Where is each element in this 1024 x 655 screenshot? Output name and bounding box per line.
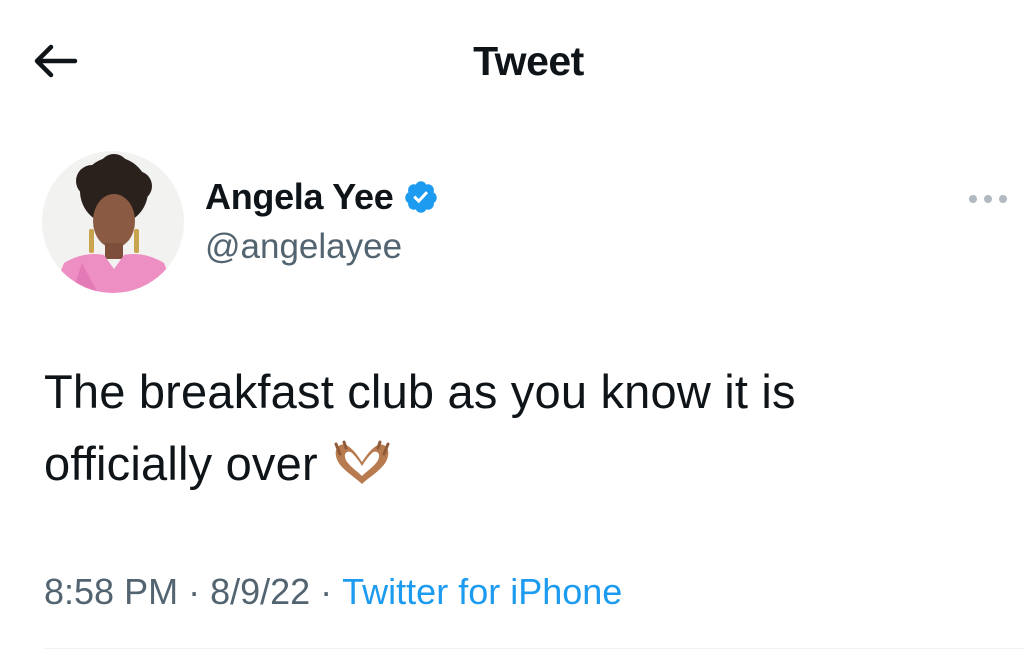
tweet-text-line1: The breakfast club as you know it is <box>44 365 796 418</box>
meta-separator: · <box>320 571 333 612</box>
meta-separator: · <box>188 571 201 612</box>
page-title: Tweet <box>473 38 584 84</box>
verified-badge-icon <box>405 181 438 213</box>
tweet-date: 8/9/22 <box>210 571 311 612</box>
avatar[interactable] <box>42 151 184 293</box>
heart-hands-emoji <box>334 440 390 484</box>
divider <box>44 648 1024 649</box>
author-display-name[interactable]: Angela Yee <box>205 176 439 218</box>
tweet-metadata: 8:58 PM · 8/9/22 · Twitter for iPhone <box>44 571 622 613</box>
tweet-text-line2: officially over <box>44 437 318 490</box>
tweet-time: 8:58 PM <box>44 571 179 612</box>
profile-photo <box>42 151 184 293</box>
more-horizontal-icon <box>969 195 1007 203</box>
author-name-text: Angela Yee <box>205 176 394 217</box>
top-bar: Tweet <box>0 0 1024 125</box>
tweet-source-link[interactable]: Twitter for iPhone <box>342 571 622 612</box>
tweet-text: The breakfast club as you know it is off… <box>44 356 994 500</box>
author-handle[interactable]: @angelayee <box>205 227 402 267</box>
more-options-button[interactable] <box>963 182 1013 216</box>
